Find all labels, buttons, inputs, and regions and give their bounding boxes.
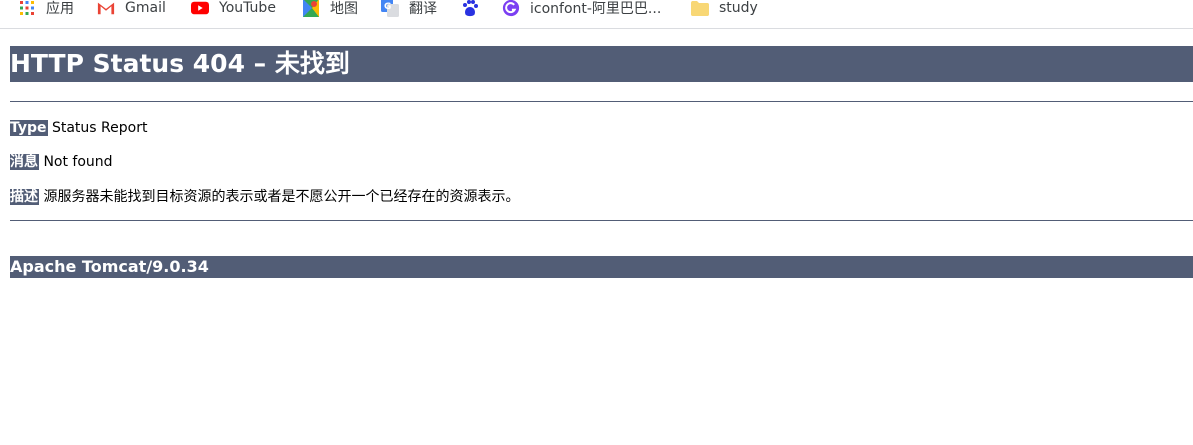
iconfont-icon <box>502 0 520 17</box>
bookmark-maps[interactable]: 地图 <box>302 0 358 18</box>
bookmark-label: Gmail <box>125 0 166 16</box>
message-label: 消息 <box>10 154 39 170</box>
bookmark-youtube[interactable]: YouTube <box>191 0 276 18</box>
bookmark-iconfont[interactable]: iconfont-阿里巴巴... <box>502 0 661 18</box>
apps-grid-icon <box>18 0 36 17</box>
page-title: HTTP Status 404 – 未找到 <box>10 46 1193 82</box>
youtube-icon <box>191 0 209 17</box>
divider-bottom <box>10 220 1193 221</box>
translate-icon: G <box>381 0 399 17</box>
error-page: HTTP Status 404 – 未找到 Type Status Report… <box>10 46 1193 278</box>
message-value: Not found <box>39 154 113 170</box>
bookmark-gmail[interactable]: Gmail <box>97 0 166 18</box>
maps-icon <box>302 0 320 17</box>
description-row: 描述 源服务器未能找到目标资源的表示或者是不愿公开一个已经存在的资源表示。 <box>10 188 519 206</box>
bookmark-label: 地图 <box>330 1 358 17</box>
bookmark-apps[interactable]: 应用 <box>18 0 74 18</box>
bookmark-label: study <box>719 0 758 16</box>
type-row: Type Status Report <box>10 119 147 137</box>
bookmark-folder-study[interactable]: study <box>691 0 758 18</box>
bookmark-label: YouTube <box>219 0 276 16</box>
bookmarks-bar: 应用 Gmail YouTube 地图 G 翻译 iconfont-阿里巴巴..… <box>0 0 1193 29</box>
type-label: Type <box>10 120 48 136</box>
svg-text:G: G <box>384 2 391 12</box>
type-value: Status Report <box>47 120 148 136</box>
bookmark-translate[interactable]: G 翻译 <box>381 0 437 18</box>
bookmark-label: iconfont-阿里巴巴... <box>530 1 662 17</box>
description-value: 源服务器未能找到目标资源的表示或者是不愿公开一个已经存在的资源表示。 <box>39 189 520 205</box>
description-label: 描述 <box>10 189 39 205</box>
server-footer: Apache Tomcat/9.0.34 <box>10 256 1193 278</box>
bookmark-baidu[interactable] <box>461 0 489 18</box>
bookmark-label: 翻译 <box>409 1 437 17</box>
bookmark-label: 应用 <box>46 1 74 17</box>
gmail-icon <box>97 0 115 17</box>
message-row: 消息 Not found <box>10 153 113 171</box>
folder-icon <box>691 0 709 17</box>
divider-top <box>10 101 1193 102</box>
baidu-icon <box>461 0 479 17</box>
